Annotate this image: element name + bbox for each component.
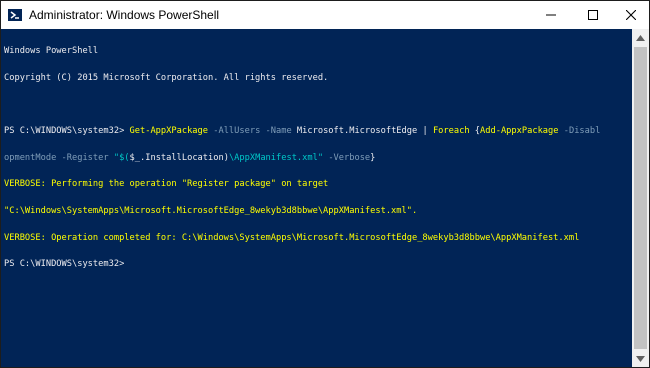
prompt-line: PS C:\WINDOWS\system32> <box>4 259 130 270</box>
minimize-icon <box>546 14 556 16</box>
scroll-up-arrow-icon <box>636 34 645 41</box>
brace-close: } <box>370 152 376 163</box>
scroll-down-arrow-icon <box>636 355 645 362</box>
parameter: -Disabl <box>558 125 601 136</box>
maximize-button[interactable] <box>575 1 611 29</box>
scroll-up-button[interactable] <box>632 29 649 46</box>
command-line-2: opmentMode -Register "$($_.InstallLocati… <box>4 152 632 163</box>
verbose-line: VERBOSE: Performing the operation "Regis… <box>4 179 329 190</box>
brace-open: { <box>469 125 481 136</box>
parameter: -Verbose <box>323 152 371 163</box>
maximize-icon <box>588 10 598 20</box>
console-output[interactable]: Windows PowerShell Copyright (C) 2015 Mi… <box>1 29 632 367</box>
cmdlet: Add-AppxPackage <box>480 125 559 136</box>
scrollbar-thumb[interactable] <box>634 47 647 349</box>
vertical-scrollbar[interactable] <box>632 29 649 367</box>
close-button[interactable] <box>613 1 649 29</box>
variable: $_ <box>129 152 141 163</box>
pipe-operator: | <box>417 125 433 136</box>
copyright-line: Copyright (C) 2015 Microsoft Corporation… <box>4 72 329 83</box>
cmdlet: Get-AppXPackage <box>129 125 208 136</box>
string-literal: \AppXManifest.xml" <box>228 152 324 163</box>
verbose-line: VERBOSE: Operation completed for: C:\Win… <box>4 232 580 243</box>
window-title: Administrator: Windows PowerShell <box>29 8 220 22</box>
powershell-icon <box>7 7 23 23</box>
powershell-window: Administrator: Windows PowerShell Window… <box>0 0 650 368</box>
header-line: Windows PowerShell <box>4 45 99 56</box>
title-bar[interactable]: Administrator: Windows PowerShell <box>1 1 649 29</box>
property: .InstallLocation) <box>140 152 229 163</box>
verbose-line: "C:\Windows\SystemApps\Microsoft.Microso… <box>4 206 418 217</box>
string-literal: "$( <box>113 152 130 163</box>
parameter: opmentMode -Register <box>4 152 114 163</box>
argument: Microsoft.MicrosoftEdge <box>296 125 418 136</box>
foreach-keyword: Foreach <box>432 125 470 136</box>
minimize-button[interactable] <box>533 1 569 29</box>
scroll-down-button[interactable] <box>632 350 649 367</box>
prompt: PS C:\WINDOWS\system32> <box>4 125 130 136</box>
parameter: -AllUsers -Name <box>208 125 297 136</box>
close-icon <box>626 10 636 20</box>
command-line-1: PS C:\WINDOWS\system32> Get-AppXPackage … <box>4 125 632 136</box>
